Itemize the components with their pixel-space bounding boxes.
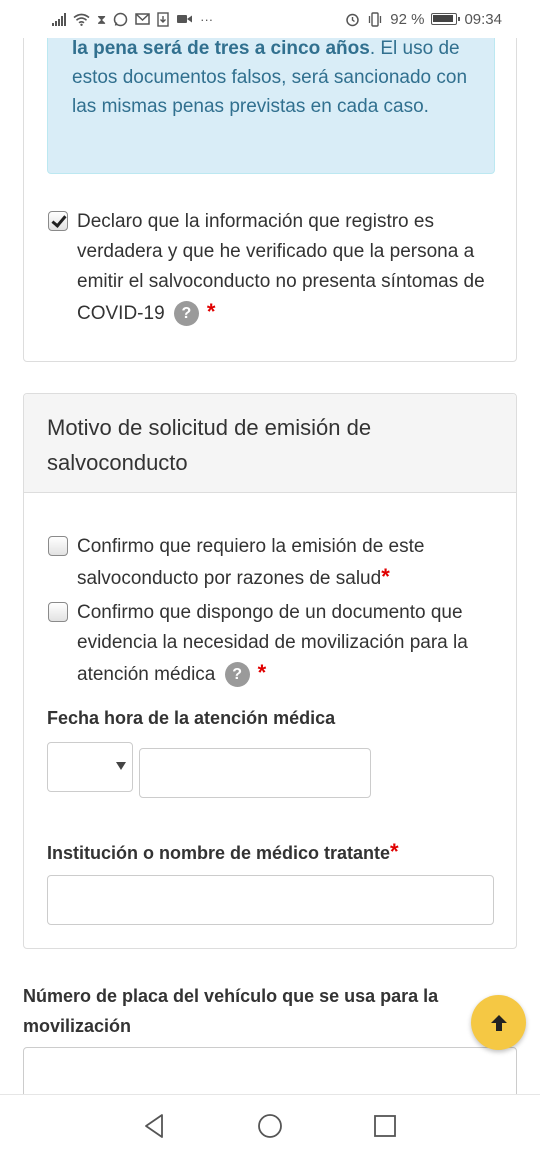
arrow-up-icon — [490, 1014, 507, 1031]
declaration-card: la pena será de tres a cinco años. El us… — [23, 0, 517, 362]
fecha-hora-input[interactable] — [139, 748, 371, 798]
navigation-bar — [0, 1094, 540, 1156]
institucion-label-text: Institución o nombre de médico tratante — [47, 843, 391, 863]
required-asterisk: * — [390, 839, 399, 864]
fecha-select[interactable] — [47, 742, 133, 792]
documento-label: Confirmo que dispongo de un documento qu… — [77, 602, 468, 685]
documento-text: Confirmo que dispongo de un documento qu… — [77, 598, 498, 690]
institucion-input[interactable] — [47, 875, 494, 925]
required-asterisk: * — [206, 299, 216, 324]
vibrate-icon — [369, 11, 382, 27]
declaration-checkbox[interactable] — [48, 211, 68, 231]
recents-icon[interactable] — [373, 1113, 397, 1139]
signal-icon — [52, 12, 66, 26]
declaration-row[interactable]: Declaro que la información que registro … — [48, 207, 498, 329]
required-asterisk: * — [257, 660, 267, 685]
chevron-down-icon — [116, 762, 126, 770]
battery-percent: 92 % — [390, 10, 425, 28]
status-right: 92 % 09:34 — [345, 11, 502, 28]
required-asterisk: * — [381, 564, 390, 589]
video-icon — [177, 15, 193, 23]
declaration-text: Declaro que la información que registro … — [77, 207, 498, 329]
download-icon — [157, 11, 169, 27]
documento-row[interactable]: Confirmo que dispongo de un documento qu… — [48, 598, 498, 690]
hourglass-icon: ⧗ — [97, 11, 107, 27]
wifi-icon — [73, 13, 90, 26]
more-notifications-icon: ··· — [200, 11, 214, 27]
salud-text: Confirmo que requiero la emisión de este… — [77, 532, 498, 594]
clock: 09:34 — [464, 10, 502, 28]
salud-row[interactable]: Confirmo que requiero la emisión de este… — [48, 532, 498, 594]
page-viewport[interactable]: la pena será de tres a cinco años. El us… — [0, 0, 540, 1094]
documento-checkbox[interactable] — [48, 602, 68, 622]
status-left: ⧗ ··· — [52, 11, 214, 27]
placa-label: Número de placa del vehículo que se usa … — [23, 986, 439, 1036]
scroll-to-top-button[interactable] — [471, 995, 526, 1050]
back-icon[interactable] — [142, 1113, 166, 1139]
whatsapp-icon — [113, 12, 128, 26]
motivo-card: Motivo de solicitud de emisión de salvoc… — [23, 393, 517, 949]
home-icon[interactable] — [257, 1113, 283, 1139]
alarm-icon — [346, 13, 359, 26]
status-bar: ⧗ ··· 92 % 09:34 — [0, 0, 540, 38]
placa-input[interactable] — [23, 1047, 517, 1094]
fecha-label: Fecha hora de la atención médica — [47, 708, 336, 728]
institucion-label: Institución o nombre de médico tratante* — [47, 838, 399, 867]
salud-checkbox[interactable] — [48, 536, 68, 556]
salud-label: Confirmo que requiero la emisión de este… — [77, 536, 425, 589]
help-icon[interactable]: ? — [173, 301, 199, 327]
declaration-label: Declaro que la información que registro … — [77, 211, 485, 324]
alert-bold-text: la pena será de tres a cinco años — [72, 38, 370, 59]
help-icon[interactable]: ? — [224, 662, 250, 688]
motivo-section-title: Motivo de solicitud de emisión de salvoc… — [24, 394, 516, 493]
gmail-icon — [135, 13, 150, 25]
battery-icon — [431, 13, 461, 25]
